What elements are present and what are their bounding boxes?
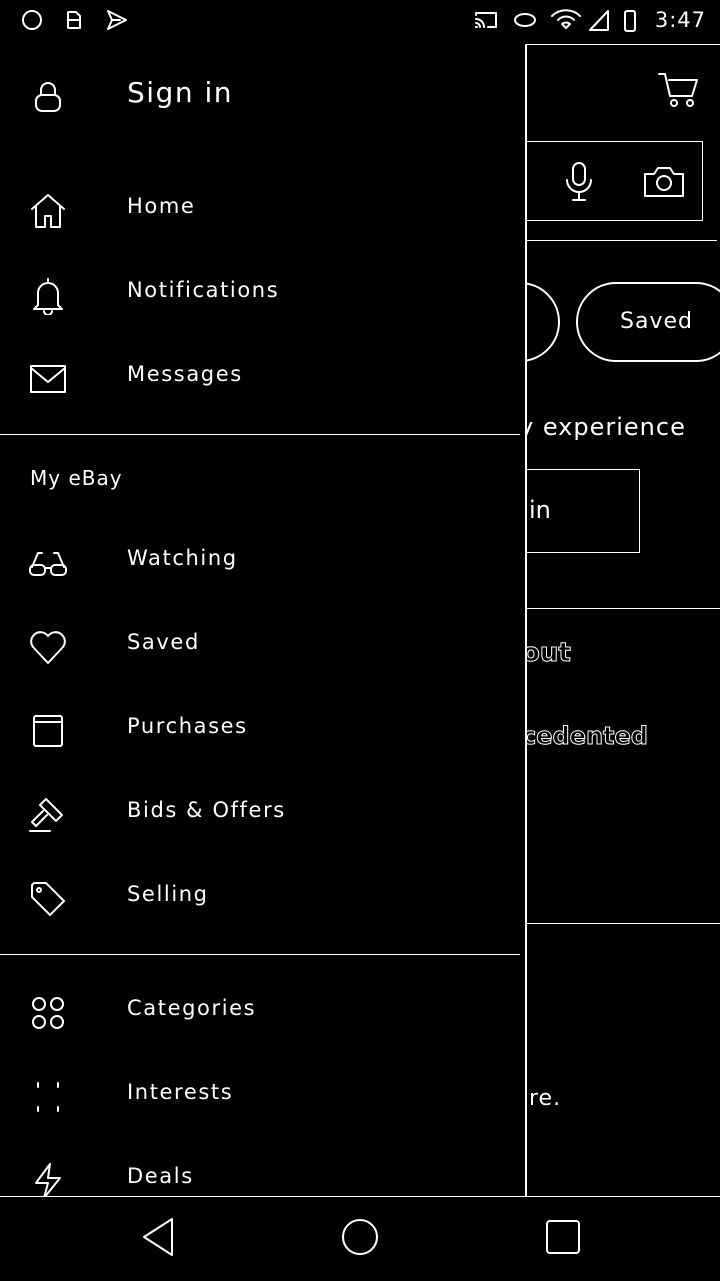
link-icon (514, 13, 536, 27)
bell-icon (33, 278, 63, 315)
heart-icon (30, 631, 66, 664)
body-text: re. (529, 1086, 562, 1111)
signin-button-bg[interactable]: in (527, 469, 640, 553)
chip-saved[interactable]: Saved (576, 282, 720, 362)
divider (527, 44, 720, 45)
drawer-item-categories[interactable]: Categories (0, 978, 520, 1048)
sign-in-label: Sign in (127, 76, 233, 109)
banner-heading: out (522, 638, 572, 669)
recents-icon[interactable] (543, 1215, 583, 1259)
drawer-item-label: Selling (127, 882, 209, 906)
cast-icon (475, 12, 497, 28)
categories-icon (32, 997, 64, 1029)
battery-icon (624, 10, 636, 32)
banner-subheading: cedented (522, 722, 649, 751)
divider (0, 954, 520, 955)
drawer-item-label: Bids & Offers (127, 798, 286, 822)
home-icon (31, 194, 65, 228)
drawer-item-label: Deals (127, 1164, 194, 1188)
microphone-icon[interactable] (562, 160, 596, 204)
drawer-item-label: Categories (127, 996, 257, 1020)
box-icon (33, 715, 63, 747)
lock-icon (35, 82, 61, 112)
drawer-item-home[interactable]: Home (0, 176, 520, 246)
circle-icon (22, 10, 42, 30)
camera-icon[interactable] (642, 164, 686, 200)
divider (527, 923, 720, 924)
drawer-item-deals[interactable]: Deals (0, 1146, 520, 1196)
back-icon[interactable] (138, 1215, 178, 1259)
drawer-item-label: Watching (127, 546, 238, 570)
promo-text: y experience (519, 413, 686, 441)
drawer-item-messages[interactable]: Messages (0, 344, 520, 414)
drawer-item-purchases[interactable]: Purchases (0, 696, 520, 766)
drawer-item-label: Notifications (127, 278, 280, 302)
envelope-icon (30, 365, 66, 393)
status-bar: 3:47 (0, 0, 720, 42)
drawer-item-interests[interactable]: Interests (0, 1062, 520, 1132)
divider (0, 434, 520, 435)
system-navigation-bar (0, 1196, 720, 1281)
interests-icon (37, 1082, 59, 1112)
divider (527, 608, 720, 609)
drawer-item-watching[interactable]: Watching (0, 528, 520, 598)
lightning-icon (35, 1163, 61, 1196)
drawer-item-label: Saved (127, 630, 200, 654)
drawer-item-bids-offers[interactable]: Bids & Offers (0, 780, 520, 850)
signal-icon (589, 10, 609, 31)
clock: 3:47 (654, 8, 706, 32)
home-circle-icon[interactable] (340, 1215, 380, 1259)
drawer-item-label: Messages (127, 362, 243, 386)
glasses-icon (29, 552, 67, 576)
drawer-item-selling[interactable]: Selling (0, 864, 520, 934)
sim-card-icon (67, 11, 81, 29)
sign-in-row[interactable]: Sign in (0, 62, 520, 132)
drawer-item-saved[interactable]: Saved (0, 612, 520, 682)
drawer-item-notifications[interactable]: Notifications (0, 260, 520, 330)
divider (527, 240, 717, 241)
section-title-my-ebay: My eBay (30, 466, 123, 490)
send-icon (107, 10, 127, 30)
tag-icon (31, 882, 65, 916)
wifi-icon (551, 9, 581, 29)
drawer-item-label: Home (127, 194, 196, 218)
navigation-drawer: Sign in Home Notifications Messages My e… (0, 44, 527, 1196)
drawer-item-label: Interests (127, 1080, 234, 1104)
drawer-item-label: Purchases (127, 714, 248, 738)
cart-icon[interactable] (657, 70, 701, 110)
gavel-icon (29, 798, 63, 832)
